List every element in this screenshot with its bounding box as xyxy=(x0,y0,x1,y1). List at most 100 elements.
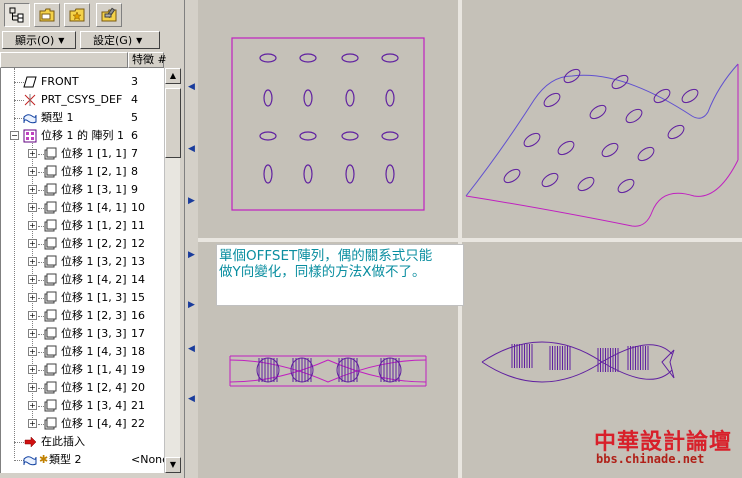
expand-icon[interactable]: + xyxy=(28,167,37,176)
top-view-drawing xyxy=(231,37,425,211)
feature-number-column-header[interactable]: 特徵 # xyxy=(128,52,167,68)
tree-row-offset[interactable]: + 位移 1 [3, 3] 17 xyxy=(1,325,164,343)
isometric-viewport[interactable] xyxy=(462,0,742,238)
tree-row-insert-here[interactable]: 在此插入 xyxy=(1,433,164,451)
expand-icon[interactable]: + xyxy=(28,347,37,356)
tree-row-type2[interactable]: ✱ 類型 2 <None xyxy=(1,451,164,469)
offset-feature-icon xyxy=(44,417,57,430)
offset-feature-icon xyxy=(44,327,57,340)
annotation-line-2: 做Y向變化，同樣的方法X做不了。 xyxy=(219,264,426,280)
surface-icon xyxy=(23,114,37,124)
tree-row-offset[interactable]: + 位移 1 [3, 1] 9 xyxy=(1,181,164,199)
favorites-icon xyxy=(69,8,85,22)
collapse-left-icon[interactable]: ◀ xyxy=(188,344,196,354)
tree-row-pattern[interactable]: − 位移 1 的 陣列 1 6 xyxy=(1,127,164,145)
tree-row-offset[interactable]: + 位移 1 [2, 4] 20 xyxy=(1,379,164,397)
hole-feature xyxy=(381,131,399,141)
tree-row-offset[interactable]: + 位移 1 [2, 2] 12 xyxy=(1,235,164,253)
model-tree-tab[interactable] xyxy=(4,3,30,27)
tree-vertical-scrollbar[interactable]: ▲ ▼ xyxy=(164,68,181,473)
panel-splitter[interactable]: ◀ ◀ ▶ ▶ ▶ ◀ ◀ xyxy=(184,0,198,478)
feature-number: 22 xyxy=(131,417,145,430)
expand-icon[interactable]: + xyxy=(28,257,37,266)
hole-feature xyxy=(681,88,699,104)
offset-feature-icon xyxy=(44,219,57,232)
top-view-viewport[interactable] xyxy=(198,0,458,238)
display-menu-button[interactable]: 顯示(O) ▼ xyxy=(2,31,76,49)
expand-icon[interactable]: + xyxy=(28,293,37,302)
datum-plane-icon xyxy=(23,76,37,88)
tree-item-label: 位移 1 [1, 3] xyxy=(61,291,127,304)
collapse-left-icon[interactable]: ◀ xyxy=(188,144,196,154)
tree-row-offset[interactable]: + 位移 1 [1, 1] 7 xyxy=(1,145,164,163)
tree-item-label: 位移 1 [1, 1] xyxy=(61,147,127,160)
viewport-horizontal-divider[interactable] xyxy=(198,238,742,242)
hole-feature xyxy=(385,164,395,184)
tree-row-offset[interactable]: + 位移 1 [4, 4] 22 xyxy=(1,415,164,433)
feature-number: 19 xyxy=(131,363,145,376)
collapse-left-icon[interactable]: ◀ xyxy=(188,82,196,92)
navigator-tab-bar xyxy=(0,0,186,30)
offset-feature-icon xyxy=(44,381,57,394)
name-column-header[interactable] xyxy=(0,52,128,68)
scroll-thumb[interactable] xyxy=(165,88,181,158)
feature-number: 10 xyxy=(131,201,145,214)
expand-right-icon[interactable]: ▶ xyxy=(188,196,196,206)
tree-row-front[interactable]: FRONT 3 xyxy=(1,73,164,91)
collapse-left-icon[interactable]: ◀ xyxy=(188,394,196,404)
tree-row-offset[interactable]: + 位移 1 [4, 3] 18 xyxy=(1,343,164,361)
watermark-url: bbs.chinade.net xyxy=(596,452,705,466)
expand-icon[interactable]: + xyxy=(28,239,37,248)
tools-tab[interactable] xyxy=(96,3,122,27)
tree-item-label: 位移 1 [4, 4] xyxy=(61,417,127,430)
tree-row-csys[interactable]: PRT_CSYS_DEF 4 xyxy=(1,91,164,109)
model-tree-panel: 顯示(O) ▼ 設定(G) ▼ 特徵 # FRONT 3 PRT_CSYS_DE… xyxy=(0,0,186,478)
expand-icon[interactable]: + xyxy=(28,221,37,230)
favorites-tab[interactable] xyxy=(64,3,90,27)
tree-row-offset[interactable]: + 位移 1 [4, 1] 10 xyxy=(1,199,164,217)
expand-icon[interactable]: + xyxy=(28,185,37,194)
expand-right-icon[interactable]: ▶ xyxy=(188,300,196,310)
tree-row-offset[interactable]: + 位移 1 [3, 4] 21 xyxy=(1,397,164,415)
hole-feature xyxy=(617,178,635,194)
expand-icon[interactable]: + xyxy=(28,149,37,158)
collapse-icon[interactable]: − xyxy=(10,131,19,140)
hole-feature xyxy=(625,108,643,124)
folder-browser-tab[interactable] xyxy=(34,3,60,27)
feature-number: 5 xyxy=(131,111,138,124)
expand-icon[interactable]: + xyxy=(28,275,37,284)
feature-number: 20 xyxy=(131,381,145,394)
tree-item-label: 位移 1 [2, 4] xyxy=(61,381,127,394)
expand-right-icon[interactable]: ▶ xyxy=(188,250,196,260)
tree-item-label: FRONT xyxy=(41,75,79,88)
settings-menu-button[interactable]: 設定(G) ▼ xyxy=(80,31,160,49)
tree-row-offset[interactable]: + 位移 1 [1, 4] 19 xyxy=(1,361,164,379)
expand-icon[interactable]: + xyxy=(28,401,37,410)
hole-feature xyxy=(601,142,619,158)
expand-icon[interactable]: + xyxy=(28,365,37,374)
tree-row-offset[interactable]: + 位移 1 [2, 3] 16 xyxy=(1,307,164,325)
tree-item-label: 位移 1 [4, 3] xyxy=(61,345,127,358)
expand-icon[interactable]: + xyxy=(28,383,37,392)
scroll-down-button[interactable]: ▼ xyxy=(165,457,181,473)
expand-icon[interactable]: + xyxy=(28,419,37,428)
expand-icon[interactable]: + xyxy=(28,311,37,320)
feature-number: 17 xyxy=(131,327,145,340)
tools-icon xyxy=(101,7,117,22)
scroll-up-button[interactable]: ▲ xyxy=(165,68,181,84)
tree-row-offset[interactable]: + 位移 1 [4, 2] 14 xyxy=(1,271,164,289)
hole-feature xyxy=(259,131,277,141)
offset-feature-icon xyxy=(44,291,57,304)
tree-row-offset[interactable]: + 位移 1 [2, 1] 8 xyxy=(1,163,164,181)
settings-menu-label: 設定(G) xyxy=(93,34,133,47)
tree-row-type1[interactable]: 類型 1 5 xyxy=(1,109,164,127)
app-window: 顯示(O) ▼ 設定(G) ▼ 特徵 # FRONT 3 PRT_CSYS_DE… xyxy=(0,0,742,478)
tree-row-offset[interactable]: + 位移 1 [1, 3] 15 xyxy=(1,289,164,307)
tree-row-offset[interactable]: + 位移 1 [1, 2] 11 xyxy=(1,217,164,235)
tree-row-offset[interactable]: + 位移 1 [3, 2] 13 xyxy=(1,253,164,271)
expand-icon[interactable]: + xyxy=(28,329,37,338)
expand-icon[interactable]: + xyxy=(28,203,37,212)
offset-feature-icon xyxy=(44,309,57,322)
feature-number: 7 xyxy=(131,147,138,160)
feature-number: 18 xyxy=(131,345,145,358)
